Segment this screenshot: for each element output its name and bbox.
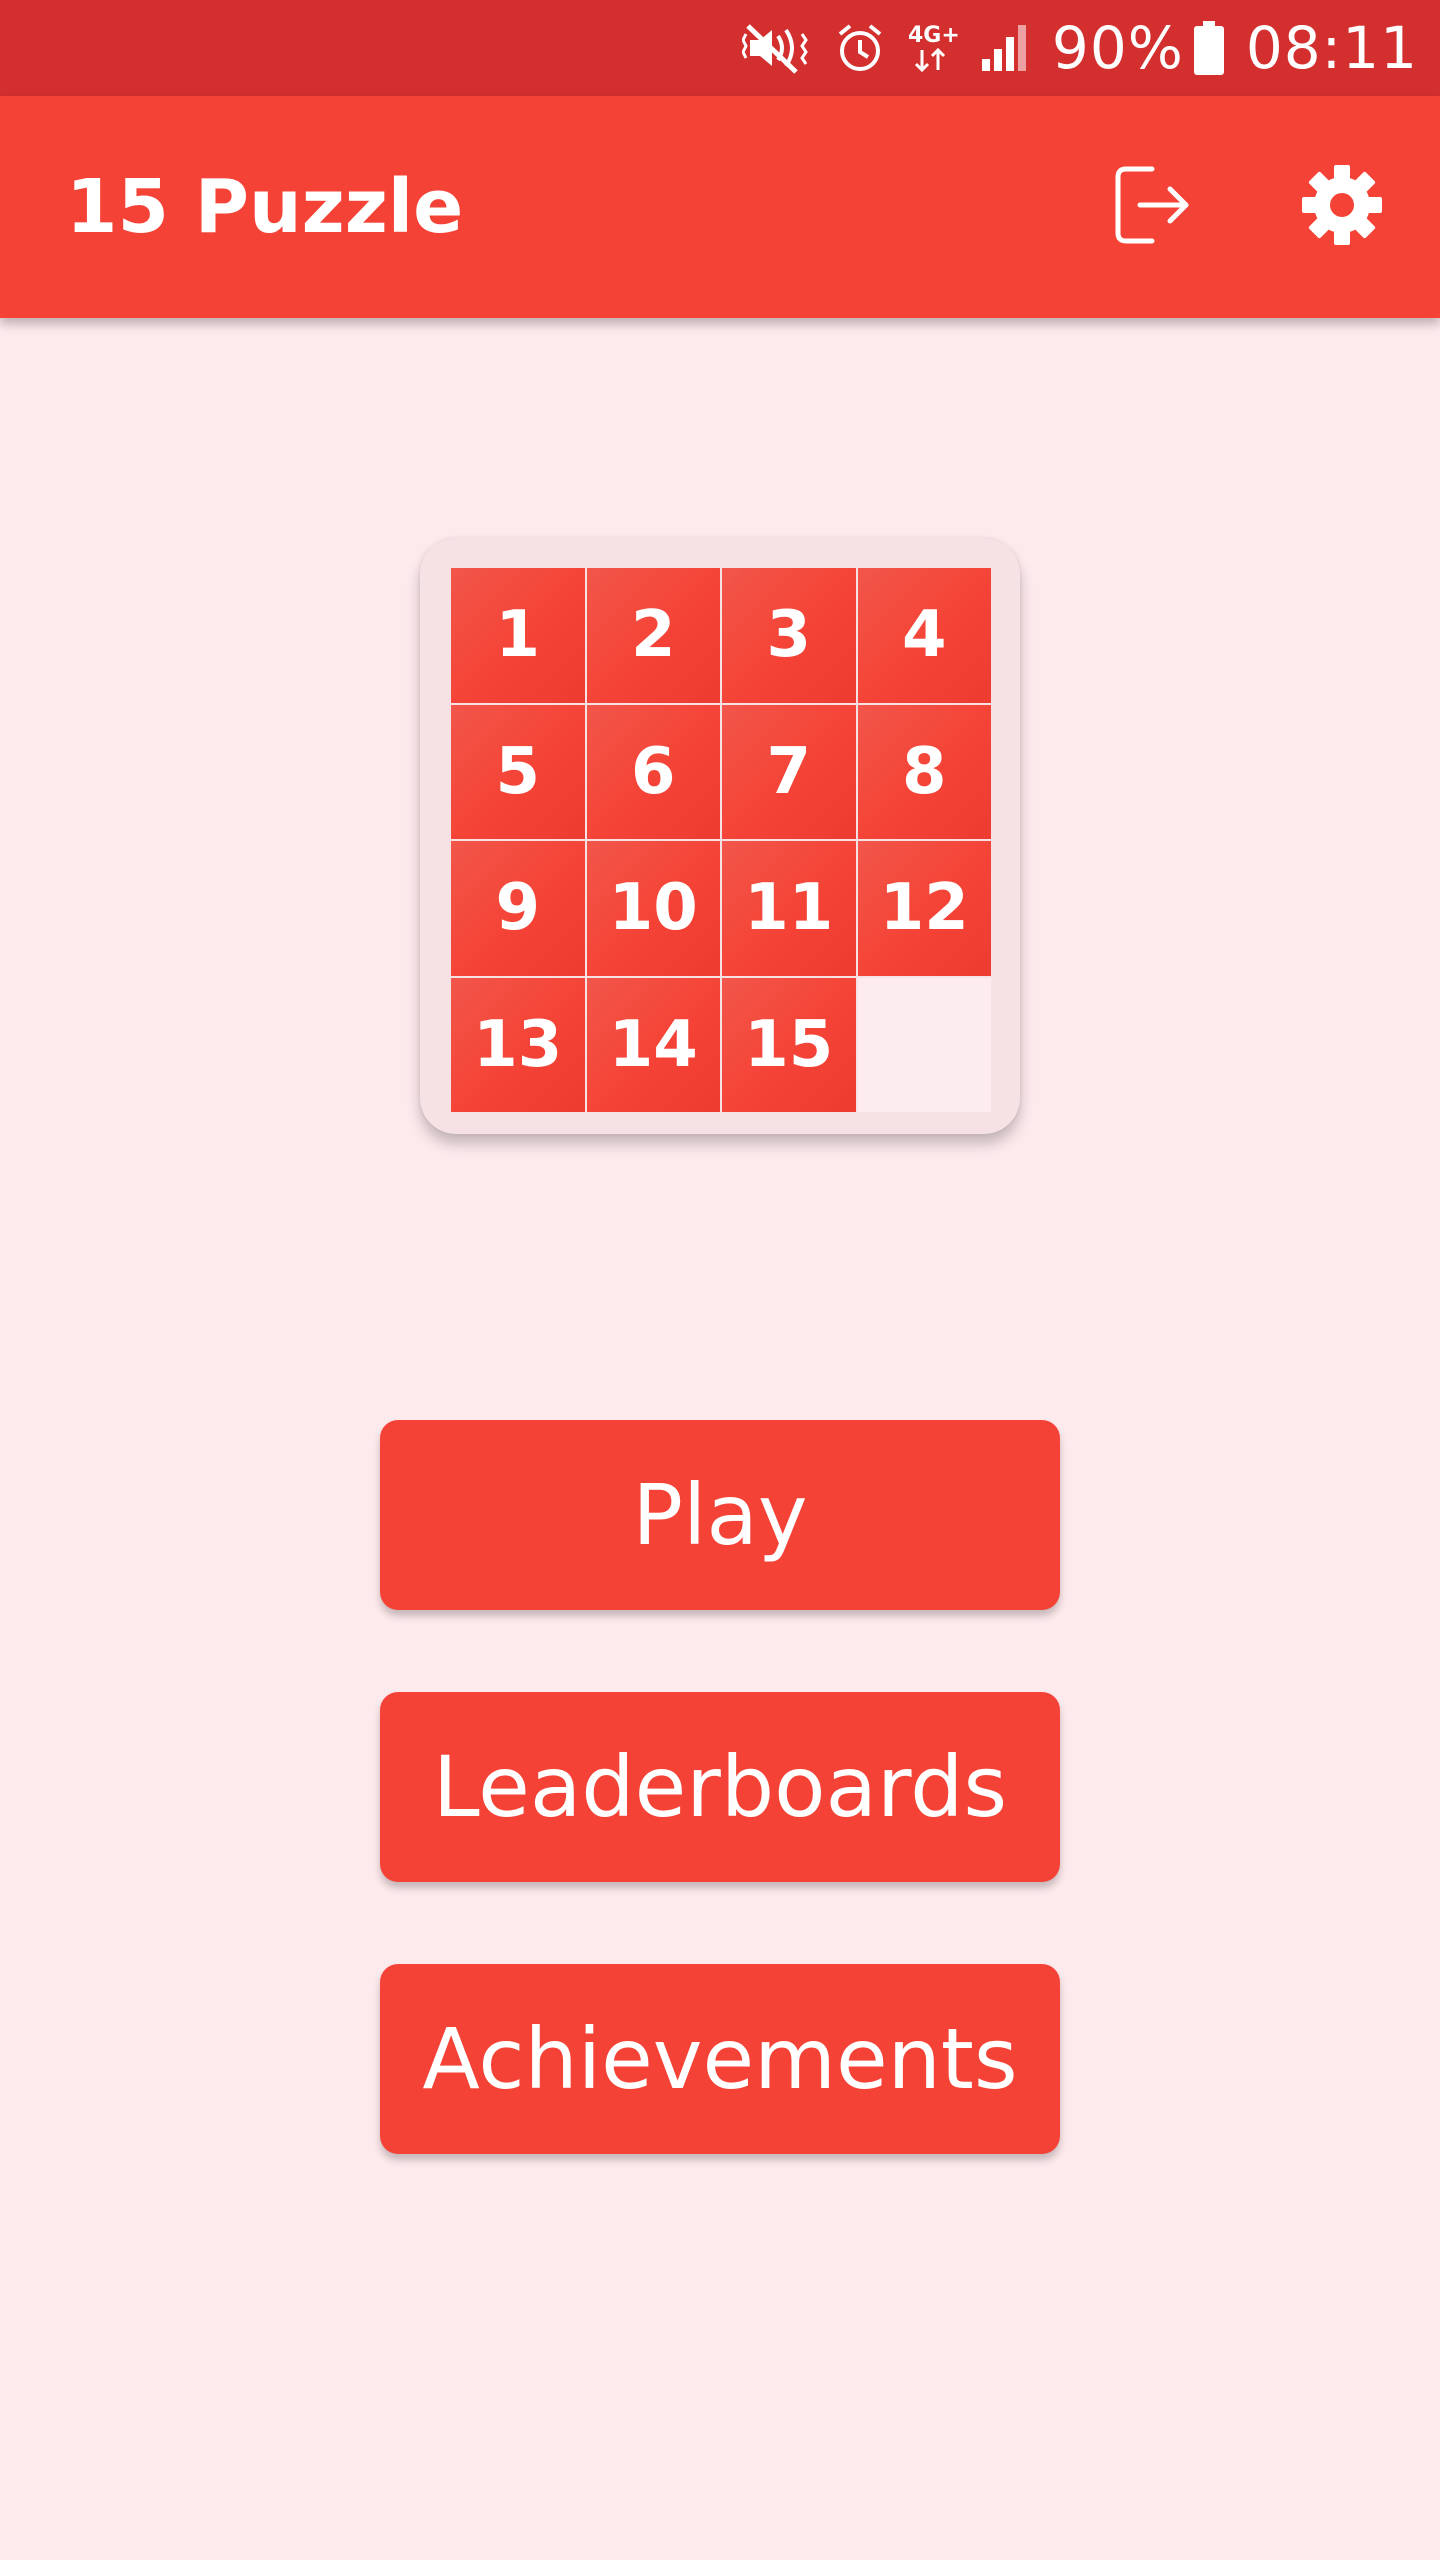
achievements-button[interactable]: Achievements bbox=[380, 1964, 1060, 2154]
alarm-icon bbox=[836, 22, 884, 74]
puzzle-grid: 1 2 3 4 5 6 7 8 9 10 11 12 13 14 15 bbox=[451, 568, 991, 1112]
svg-text:4G+: 4G+ bbox=[908, 23, 958, 48]
tile-12[interactable]: 12 bbox=[857, 841, 991, 976]
tile-1[interactable]: 1 bbox=[451, 568, 585, 703]
tile-4[interactable]: 4 bbox=[857, 568, 991, 703]
settings-button[interactable] bbox=[1292, 157, 1392, 257]
puzzle-board: 1 2 3 4 5 6 7 8 9 10 11 12 13 14 15 bbox=[420, 538, 1020, 1134]
tile-15[interactable]: 15 bbox=[722, 977, 856, 1112]
tile-8[interactable]: 8 bbox=[857, 704, 991, 839]
tile-11[interactable]: 11 bbox=[722, 841, 856, 976]
tile-9[interactable]: 9 bbox=[451, 841, 585, 976]
mute-icon bbox=[741, 20, 814, 76]
gear-icon bbox=[1300, 163, 1384, 252]
battery-group: 90% bbox=[1052, 14, 1224, 82]
logout-button[interactable] bbox=[1102, 157, 1202, 257]
app-title: 15 Puzzle bbox=[66, 164, 464, 250]
status-time: 08:11 bbox=[1245, 14, 1418, 82]
battery-percent: 90% bbox=[1051, 14, 1184, 82]
tile-empty bbox=[857, 977, 991, 1112]
battery-icon bbox=[1193, 21, 1224, 75]
play-button[interactable]: Play bbox=[380, 1420, 1060, 1610]
tile-3[interactable]: 3 bbox=[722, 568, 856, 703]
tile-14[interactable]: 14 bbox=[586, 977, 720, 1112]
status-bar: 4G+ 90% 08:11 bbox=[0, 0, 1440, 96]
tile-5[interactable]: 5 bbox=[451, 704, 585, 839]
logout-icon bbox=[1112, 163, 1192, 252]
app-bar: 15 Puzzle bbox=[0, 96, 1440, 318]
tile-6[interactable]: 6 bbox=[586, 704, 720, 839]
signal-icon bbox=[980, 23, 1030, 73]
status-icons: 4G+ 90% 08:11 bbox=[741, 0, 1418, 96]
network-4g-icon: 4G+ bbox=[906, 20, 958, 76]
tile-2[interactable]: 2 bbox=[586, 568, 720, 703]
leaderboards-button[interactable]: Leaderboards bbox=[380, 1692, 1060, 1882]
tile-7[interactable]: 7 bbox=[722, 704, 856, 839]
tile-13[interactable]: 13 bbox=[451, 977, 585, 1112]
tile-10[interactable]: 10 bbox=[586, 841, 720, 976]
